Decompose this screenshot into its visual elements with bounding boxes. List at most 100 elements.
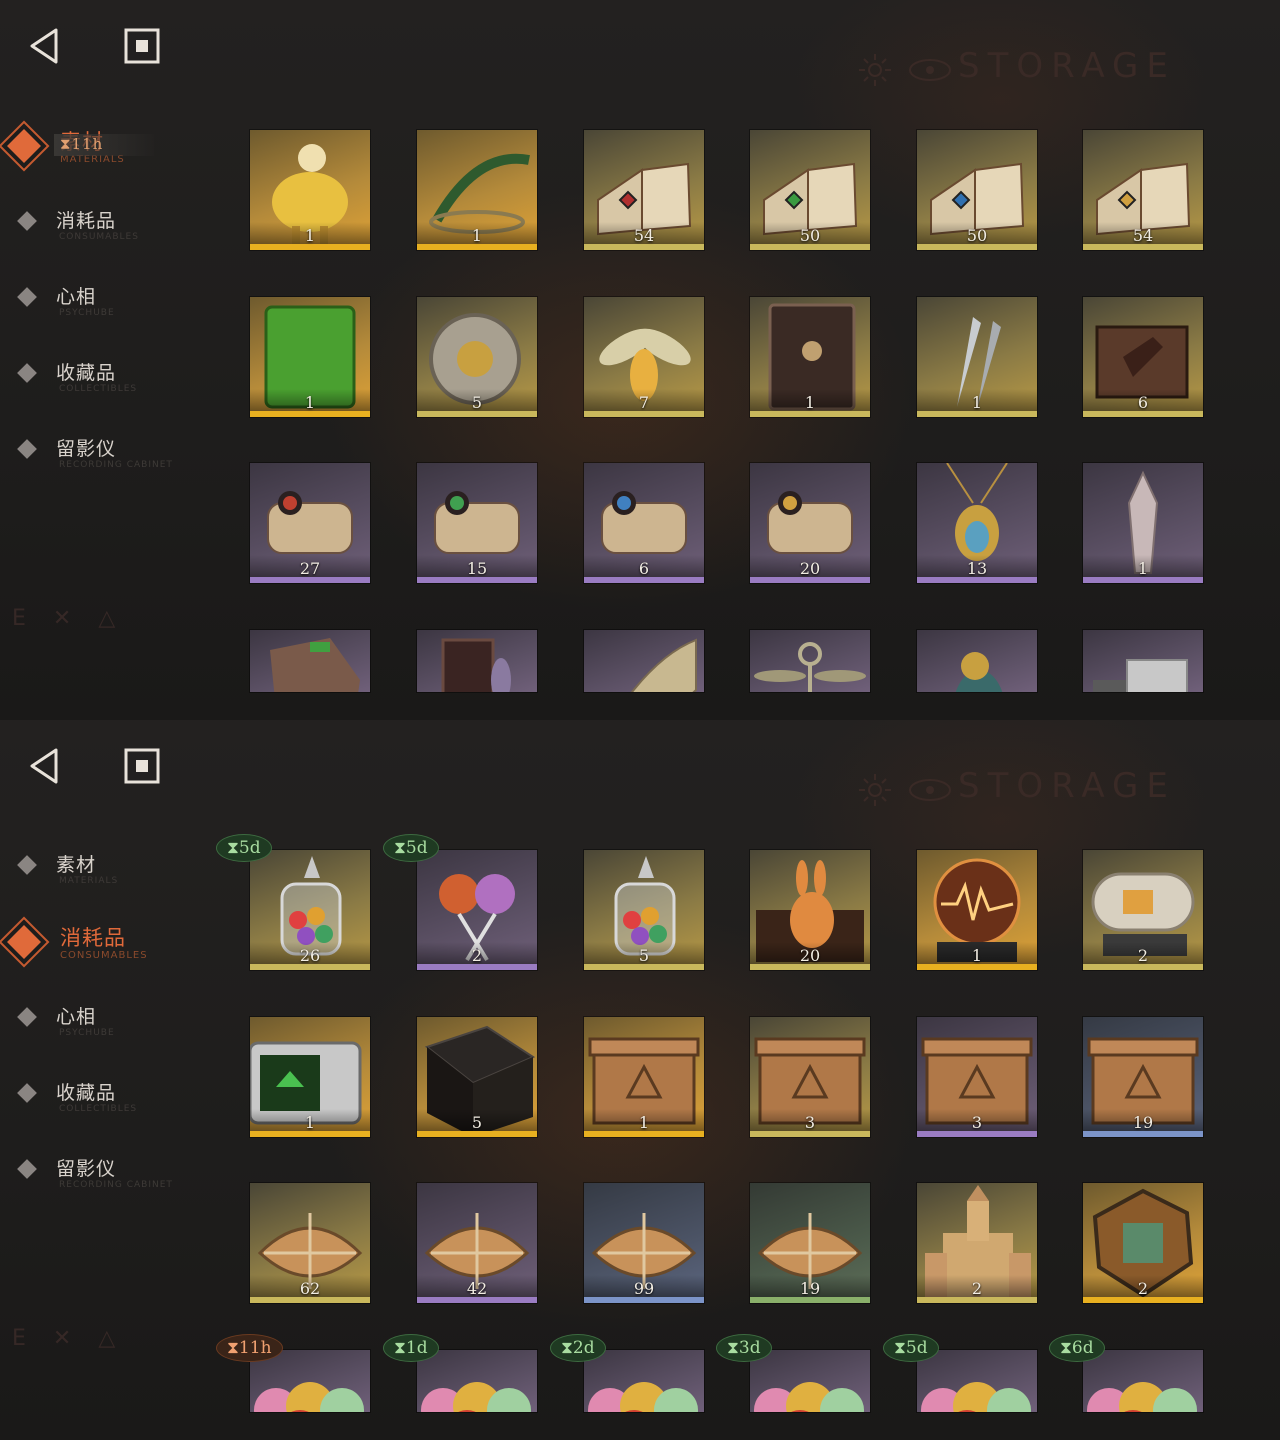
candies-icon xyxy=(1083,1350,1203,1412)
item-card[interactable]: 6 xyxy=(1083,297,1203,417)
home-icon[interactable] xyxy=(124,28,160,64)
item-card[interactable]: 13 xyxy=(917,463,1037,583)
item-card[interactable]: 1 xyxy=(1083,463,1203,583)
item-card[interactable]: 54 xyxy=(1083,130,1203,250)
expiry-timer-badge: ⧗6d xyxy=(1049,1334,1105,1362)
item-count: 5 xyxy=(471,393,483,412)
item-card[interactable]: 1 xyxy=(250,297,370,417)
item-count: 3 xyxy=(971,1113,983,1132)
item-card[interactable]: 99 xyxy=(584,1183,704,1303)
expiry-timer-badge: ⧗2d xyxy=(550,1334,606,1362)
expiry-timer-badge: ⧗1d xyxy=(383,1334,439,1362)
item-card[interactable]: 20 xyxy=(750,850,870,970)
sidebar-item-consumables[interactable]: 消耗品 CONSUMABLES xyxy=(0,925,230,1002)
candies-icon xyxy=(917,1350,1037,1412)
item-card[interactable]: 1 xyxy=(750,297,870,417)
item-card[interactable]: 5 xyxy=(584,850,704,970)
item-card[interactable]: 62 xyxy=(250,1183,370,1303)
item-card[interactable]: 20 xyxy=(750,463,870,583)
item-count: 2 xyxy=(971,1279,983,1298)
diamond-icon xyxy=(17,1083,37,1103)
item-count: 5 xyxy=(471,1113,483,1132)
item-count: 1 xyxy=(804,393,816,412)
sidebar-item-collectibles[interactable]: 收藏品 COLLECTIBLES xyxy=(0,1078,230,1154)
storage-title: STORAGE xyxy=(958,46,1176,86)
item-count: 7 xyxy=(638,393,650,412)
item-card[interactable] xyxy=(1083,1350,1203,1412)
item-card[interactable]: 1 xyxy=(917,297,1037,417)
item-count: 15 xyxy=(466,559,488,578)
item-card[interactable]: 1 xyxy=(250,130,370,250)
item-count: 54 xyxy=(1132,226,1154,245)
item-count: 1 xyxy=(304,393,316,412)
item-card[interactable]: 15 xyxy=(417,463,537,583)
item-card[interactable] xyxy=(917,630,1037,692)
item-card[interactable] xyxy=(417,1350,537,1412)
sidebar-item-sublabel: RECORDING CABINET xyxy=(59,460,173,470)
item-card[interactable]: 1 xyxy=(917,850,1037,970)
item-card[interactable] xyxy=(250,630,370,692)
diamond-icon xyxy=(17,1007,37,1027)
diamond-icon xyxy=(17,855,37,875)
sidebar-item-recording-cabinet[interactable]: 留影仪 RECORDING CABINET xyxy=(0,434,230,510)
candies-icon xyxy=(584,1350,704,1412)
sidebar-item-materials[interactable]: 素材MATERIALS xyxy=(0,850,230,926)
item-card[interactable]: 7 xyxy=(584,297,704,417)
sidebar-item-label: 消耗品 xyxy=(56,210,117,232)
item-card[interactable] xyxy=(750,630,870,692)
item-count: 2 xyxy=(1137,946,1149,965)
item-card[interactable]: 3 xyxy=(917,1017,1037,1137)
window-frame-icon xyxy=(417,630,537,692)
item-card[interactable]: 50 xyxy=(750,130,870,250)
item-card[interactable] xyxy=(917,1350,1037,1412)
item-card[interactable] xyxy=(584,630,704,692)
back-icon[interactable] xyxy=(26,26,66,66)
sidebar-item-psychube[interactable]: 心相 PSYCHUBE xyxy=(0,1002,230,1078)
item-card[interactable]: 42 xyxy=(417,1183,537,1303)
item-count: 5 xyxy=(638,946,650,965)
item-card[interactable]: 19 xyxy=(750,1183,870,1303)
item-card[interactable] xyxy=(584,1350,704,1412)
item-count: 3 xyxy=(804,1113,816,1132)
consumables-timer-chip: ⧗11h xyxy=(54,134,154,156)
item-card[interactable]: 6 xyxy=(584,463,704,583)
item-card[interactable] xyxy=(417,630,537,692)
item-card[interactable] xyxy=(1083,630,1203,692)
item-card[interactable] xyxy=(750,1350,870,1412)
expiry-timer-badge: ⧗5d xyxy=(383,834,439,862)
diamond-icon xyxy=(7,129,41,163)
item-card[interactable]: 54 xyxy=(584,130,704,250)
item-card[interactable]: 2 xyxy=(417,850,537,970)
sidebar-item-sublabel: COLLECTIBLES xyxy=(59,1104,138,1114)
sidebar-item-recording-cabinet[interactable]: 留影仪 RECORDING CABINET xyxy=(0,1154,230,1230)
sidebar-item-consumables[interactable]: 消耗品 CONSUMABLES xyxy=(0,206,230,282)
item-count: 99 xyxy=(633,1279,655,1298)
category-sidebar: 素材MATERIALS消耗品CONSUMABLES心相PSYCHUBE收藏品CO… xyxy=(0,850,230,1230)
item-card[interactable]: 1 xyxy=(584,1017,704,1137)
item-card[interactable]: 19 xyxy=(1083,1017,1203,1137)
candies-icon xyxy=(750,1350,870,1412)
background-glyphs: E ✕ △ xyxy=(12,1326,126,1351)
item-card[interactable]: 50 xyxy=(917,130,1037,250)
item-count: 19 xyxy=(799,1279,821,1298)
item-card[interactable]: 1 xyxy=(417,130,537,250)
item-card[interactable]: 26 xyxy=(250,850,370,970)
winged-key-icon xyxy=(750,630,870,692)
expiry-timer-badge: ⧗5d xyxy=(216,834,272,862)
item-count: 27 xyxy=(299,559,321,578)
home-icon[interactable] xyxy=(124,748,160,784)
item-card[interactable]: 2 xyxy=(1083,1183,1203,1303)
sidebar-item-collectibles[interactable]: 收藏品 COLLECTIBLES xyxy=(0,358,230,434)
sidebar-item-psychube[interactable]: 心相 PSYCHUBE xyxy=(0,282,230,358)
item-card[interactable]: 2 xyxy=(1083,850,1203,970)
item-count: 20 xyxy=(799,559,821,578)
item-card[interactable]: 5 xyxy=(417,297,537,417)
item-card[interactable]: 2 xyxy=(917,1183,1037,1303)
item-card[interactable]: 3 xyxy=(750,1017,870,1137)
item-card[interactable]: 5 xyxy=(417,1017,537,1137)
diamond-icon xyxy=(17,363,37,383)
item-count: 54 xyxy=(633,226,655,245)
back-icon[interactable] xyxy=(26,746,66,786)
item-card[interactable]: 1 xyxy=(250,1017,370,1137)
item-card[interactable]: 27 xyxy=(250,463,370,583)
